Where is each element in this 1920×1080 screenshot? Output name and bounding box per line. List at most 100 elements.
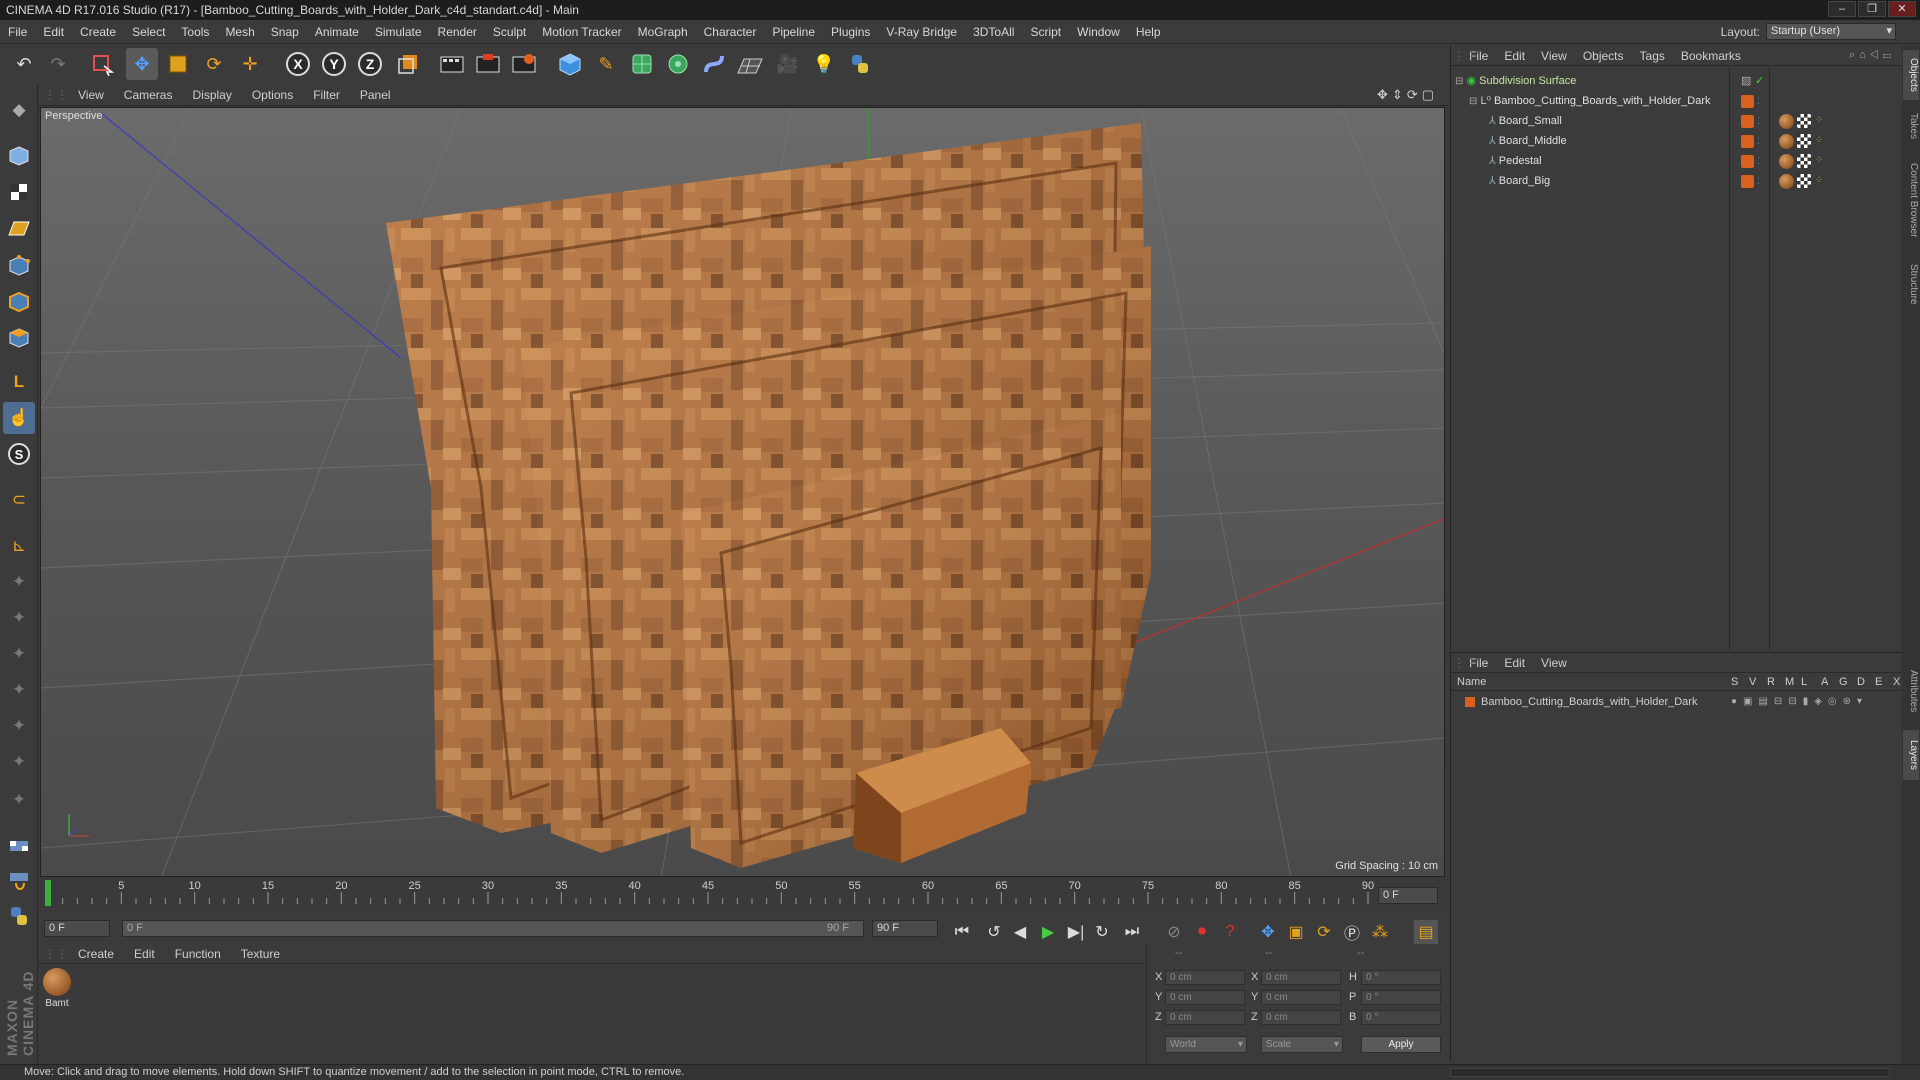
sculpt-brush-5-icon[interactable]: ✦: [3, 710, 35, 742]
object-menu-tags[interactable]: Tags: [1632, 49, 1673, 63]
cube-icon[interactable]: [554, 48, 586, 80]
uvw-tag-icon[interactable]: [1797, 134, 1811, 148]
sculpt-brush-3-icon[interactable]: ✦: [3, 638, 35, 670]
visibility-dots-icon[interactable]: ⁚: [1757, 152, 1760, 170]
menu-select[interactable]: Select: [124, 20, 173, 44]
key-rotation-icon[interactable]: ⟳: [1312, 920, 1336, 944]
visibility-dots-icon[interactable]: ⁚: [1757, 132, 1760, 150]
object-row[interactable]: ⅄ Board_Big ⁚ ⁘: [1489, 172, 1899, 190]
x-axis-icon[interactable]: X: [282, 48, 314, 80]
menu-edit[interactable]: Edit: [35, 20, 72, 44]
menu-animate[interactable]: Animate: [307, 20, 367, 44]
material-menu-texture[interactable]: Texture: [231, 947, 290, 961]
visibility-dots-icon[interactable]: ⁚: [1757, 172, 1760, 190]
menu-window[interactable]: Window: [1069, 20, 1128, 44]
key-parameter-icon[interactable]: Ⓟ: [1340, 920, 1364, 944]
menu-render[interactable]: Render: [430, 20, 485, 44]
layer-menu-edit[interactable]: Edit: [1496, 656, 1533, 670]
side-tab-objects[interactable]: Objects: [1903, 50, 1919, 100]
sculpt-brush-2-icon[interactable]: ✦: [3, 602, 35, 634]
layer-row[interactable]: Bamboo_Cutting_Boards_with_Holder_Dark ●…: [1451, 693, 1903, 711]
keyframe-selection-icon[interactable]: ?: [1218, 920, 1242, 944]
rotate-icon[interactable]: ⟳: [198, 48, 230, 80]
side-tab-content-browser[interactable]: Content Browser: [1903, 150, 1919, 250]
polygons-mode-icon[interactable]: [3, 322, 35, 354]
object-row[interactable]: ⅄ Board_Middle ⁚ ⁘: [1489, 132, 1899, 150]
render-picture-viewer-icon[interactable]: [472, 48, 504, 80]
size-x-field[interactable]: 0 cm: [1261, 970, 1341, 985]
object-manager-toolbar-icons[interactable]: ⌕⌂◁▭: [1849, 49, 1895, 62]
visibility-dots-icon[interactable]: ⁚: [1757, 112, 1760, 130]
paint-mode-icon[interactable]: [3, 828, 35, 860]
axis-mode-icon[interactable]: L: [3, 366, 35, 398]
layer-color-tag[interactable]: [1741, 155, 1754, 168]
points-mode-icon[interactable]: [3, 250, 35, 282]
menu-motion-tracker[interactable]: Motion Tracker: [534, 20, 629, 44]
menu-sculpt[interactable]: Sculpt: [485, 20, 534, 44]
menu-character[interactable]: Character: [696, 20, 765, 44]
phong-tag-icon[interactable]: ⁘: [1815, 132, 1823, 150]
layer-col-expressions[interactable]: E: [1875, 676, 1882, 688]
horizontal-scrollbar[interactable]: [1450, 1068, 1890, 1077]
workplane-icon[interactable]: [3, 212, 35, 244]
minimize-button[interactable]: –: [1828, 1, 1856, 17]
object-menu-view[interactable]: View: [1533, 49, 1575, 63]
go-to-start-icon[interactable]: ⏮: [950, 920, 974, 944]
tweak-mode-icon[interactable]: ☝: [3, 402, 35, 434]
scale-icon[interactable]: [162, 48, 194, 80]
menu-vray-bridge[interactable]: V-Ray Bridge: [878, 20, 965, 44]
object-row[interactable]: ⊟ ◉ Subdivision Surface ▨ ✓: [1455, 72, 1895, 90]
material-menu-function[interactable]: Function: [165, 947, 231, 961]
menu-3dtoall[interactable]: 3DToAll: [965, 20, 1022, 44]
workplane-axis-icon[interactable]: ⊾: [3, 530, 35, 562]
subdivision-icon[interactable]: [626, 48, 658, 80]
end-frame-field[interactable]: 90 F: [872, 920, 938, 937]
timeline-ruler[interactable]: 051015202530354045505560657075808590 0 F: [38, 878, 1448, 914]
texture-mode-icon[interactable]: [3, 176, 35, 208]
sculpt-brush-6-icon[interactable]: ✦: [3, 746, 35, 778]
play-icon[interactable]: ▶: [1036, 920, 1060, 944]
menu-plugins[interactable]: Plugins: [823, 20, 878, 44]
rot-b-field[interactable]: 0 °: [1361, 1010, 1441, 1025]
menu-file[interactable]: File: [0, 20, 35, 44]
menu-mesh[interactable]: Mesh: [217, 20, 262, 44]
next-frame-icon[interactable]: ▶|: [1064, 920, 1088, 944]
side-tab-takes[interactable]: Takes: [1903, 106, 1919, 146]
enabled-check-icon[interactable]: ✓: [1755, 72, 1764, 90]
go-to-end-icon[interactable]: ⏭: [1120, 920, 1144, 944]
undo-icon[interactable]: ↶: [8, 48, 40, 80]
layer-col-render[interactable]: R: [1767, 676, 1775, 688]
model-mode-icon[interactable]: [3, 140, 35, 172]
rot-p-field[interactable]: 0 °: [1361, 990, 1441, 1005]
size-z-field[interactable]: 0 cm: [1261, 1010, 1341, 1025]
viewport-menu-panel[interactable]: Panel: [350, 88, 401, 102]
3d-viewport[interactable]: Perspective Grid Spacing : 10 cm: [40, 107, 1445, 877]
layer-color-tag[interactable]: [1741, 135, 1754, 148]
pos-z-field[interactable]: 0 cm: [1165, 1010, 1245, 1025]
layer-col-locked[interactable]: L: [1801, 676, 1807, 688]
close-button[interactable]: ✕: [1888, 1, 1916, 17]
menu-create[interactable]: Create: [72, 20, 124, 44]
previous-key-icon[interactable]: ↺: [982, 920, 1006, 944]
layer-color-tag[interactable]: [1741, 175, 1754, 188]
pos-y-field[interactable]: 0 cm: [1165, 990, 1245, 1005]
object-row[interactable]: ⅄ Board_Small ⁚ ⁘: [1489, 112, 1899, 130]
pen-icon[interactable]: ✎: [590, 48, 622, 80]
next-key-icon[interactable]: ↻: [1090, 920, 1114, 944]
layer-color-tag[interactable]: [1741, 95, 1754, 108]
uvw-tag-icon[interactable]: [1797, 154, 1811, 168]
menu-help[interactable]: Help: [1128, 20, 1169, 44]
layer-col-view[interactable]: V: [1749, 676, 1756, 688]
cloner-icon[interactable]: [662, 48, 694, 80]
layout-dropdown[interactable]: Startup (User) ▾: [1766, 23, 1896, 40]
menu-script[interactable]: Script: [1022, 20, 1069, 44]
key-scale-icon[interactable]: ▣: [1284, 920, 1308, 944]
menu-simulate[interactable]: Simulate: [367, 20, 430, 44]
expand-toggle-icon[interactable]: ⊟: [1469, 96, 1477, 107]
python-script-icon[interactable]: [3, 900, 35, 932]
coordinate-system-icon[interactable]: [392, 48, 424, 80]
camera-icon[interactable]: 🎥: [772, 48, 804, 80]
object-row[interactable]: ⊟ L⁰ Bamboo_Cutting_Boards_with_Holder_D…: [1469, 92, 1899, 110]
menu-mograph[interactable]: MoGraph: [630, 20, 696, 44]
edit-render-settings-icon[interactable]: [508, 48, 540, 80]
